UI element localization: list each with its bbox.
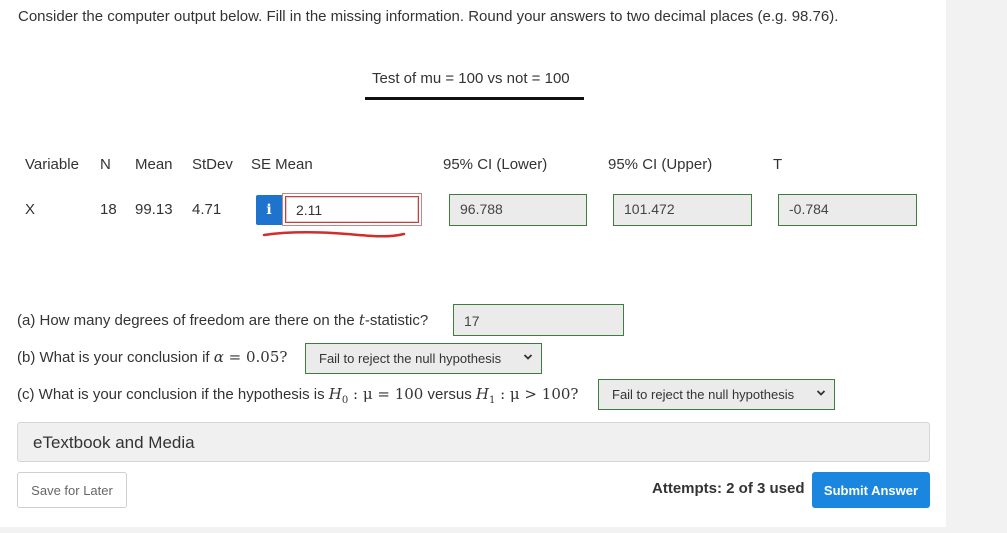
header-mean: Mean: [135, 156, 173, 173]
question-card: Consider the computer output below. Fill…: [0, 0, 946, 527]
header-stdev: StDev: [192, 156, 233, 173]
header-se-mean: SE Mean: [251, 156, 313, 173]
question-a: (a) How many degrees of freedom are ther…: [17, 311, 428, 329]
degrees-of-freedom-input[interactable]: 17: [453, 304, 624, 336]
conclusion-c-value: Fail to reject the null hypothesis: [612, 387, 795, 402]
chevron-down-icon: [816, 390, 826, 396]
cell-mean: 99.13: [135, 201, 173, 218]
question-a-text-before: (a) How many degrees of freedom are ther…: [17, 312, 359, 329]
ci-upper-field[interactable]: 101.472: [613, 194, 752, 226]
se-mean-input[interactable]: 2.11: [285, 196, 419, 223]
header-t: T: [773, 156, 783, 173]
chevron-down-icon: [523, 354, 533, 360]
h1-symbol: H: [475, 385, 489, 403]
alpha-symbol: α: [213, 348, 224, 366]
submit-answer-button[interactable]: Submit Answer: [812, 472, 930, 508]
info-icon[interactable]: i: [256, 195, 282, 225]
conclusion-c-select[interactable]: Fail to reject the null hypothesis: [598, 379, 835, 410]
header-n: N: [100, 156, 111, 173]
attempts-counter: Attempts: 2 of 3 used: [652, 480, 805, 497]
question-a-text-after: -statistic?: [364, 312, 429, 329]
cell-n: 18: [100, 201, 117, 218]
header-ci-lower: 95% CI (Lower): [443, 156, 548, 173]
h0-symbol: H: [328, 385, 342, 403]
header-variable: Variable: [25, 156, 79, 173]
header-ci-upper: 95% CI (Upper): [608, 156, 713, 173]
cell-stdev: 4.71: [192, 201, 222, 218]
conclusion-b-select[interactable]: Fail to reject the null hypothesis: [305, 343, 542, 374]
save-for-later-button[interactable]: Save for Later: [17, 472, 127, 508]
question-c: (c) What is your conclusion if the hypot…: [17, 385, 578, 406]
test-title: Test of mu = 100 vs not = 100: [372, 70, 570, 87]
conclusion-b-value: Fail to reject the null hypothesis: [319, 351, 502, 366]
alpha-value: = 0.05?: [223, 348, 288, 366]
question-prompt: Consider the computer output below. Fill…: [18, 8, 839, 25]
t-statistic-field[interactable]: -0.784: [778, 194, 917, 226]
etextbook-media-bar[interactable]: eTextbook and Media: [17, 422, 930, 462]
red-underline-annotation: [262, 231, 406, 238]
versus-text: versus: [423, 386, 476, 403]
question-b-text: (b) What is your conclusion if: [17, 349, 214, 366]
cell-variable: X: [25, 201, 36, 218]
h0-expression: : μ = 100: [348, 385, 424, 403]
question-b: (b) What is your conclusion if α = 0.05?: [17, 348, 287, 366]
ci-lower-field[interactable]: 96.788: [449, 194, 587, 226]
h1-expression: : μ > 100?: [495, 385, 579, 403]
question-c-text: (c) What is your conclusion if the hypot…: [17, 386, 329, 403]
title-divider: [365, 97, 584, 100]
